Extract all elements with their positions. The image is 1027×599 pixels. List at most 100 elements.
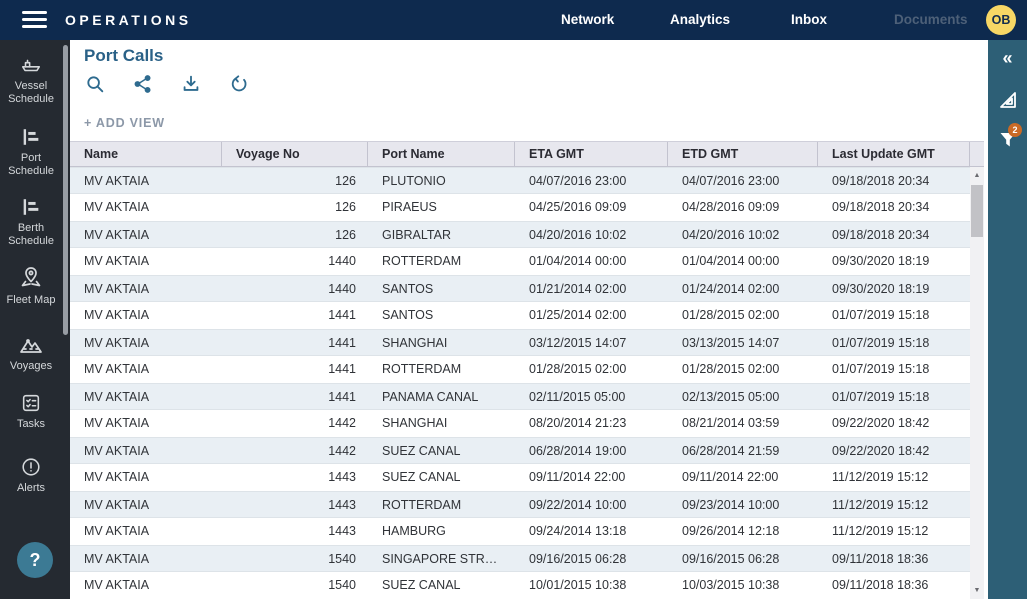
table-cell: 09/16/2015 06:28 [515, 546, 668, 571]
table-cell: MV AKTAIA [70, 168, 222, 193]
collapse-panel-icon[interactable]: « [988, 48, 1027, 69]
table-cell: 09/22/2020 18:42 [818, 438, 970, 463]
sidebar-item-label: Fleet Map [0, 294, 62, 307]
sidebar-item-label: Berth Schedule [0, 222, 62, 248]
design-mode-button[interactable] [996, 88, 1020, 112]
column-header-eta-gmt[interactable]: ETA GMT [515, 142, 668, 166]
table-cell: MV AKTAIA [70, 572, 222, 599]
nav-item-network[interactable]: Network [561, 12, 614, 27]
sidebar-item-alerts[interactable]: Alerts [0, 456, 62, 495]
hamburger-menu-icon[interactable] [22, 11, 48, 29]
table-cell: MV AKTAIA [70, 492, 222, 517]
sidebar-item-label: Vessel Schedule [0, 80, 62, 106]
sidebar-item-fleet-map[interactable]: Fleet Map [0, 264, 62, 307]
table-cell: 09/22/2020 18:42 [818, 410, 970, 437]
sidebar-item-voyages[interactable]: Voyages [0, 336, 62, 373]
share-button[interactable] [132, 74, 154, 98]
route-icon [0, 336, 62, 356]
table-cell: 04/07/2016 23:00 [668, 168, 818, 193]
page-title: Port Calls [84, 46, 163, 66]
table-row[interactable]: MV AKTAIA1441SHANGHAI03/12/2015 14:0703/… [70, 329, 970, 356]
sidebar-item-label: Voyages [0, 360, 62, 373]
table-row[interactable]: MV AKTAIA126GIBRALTAR04/20/2016 10:0204/… [70, 221, 970, 248]
table-cell: 11/12/2019 15:12 [818, 492, 970, 517]
table-row[interactable]: MV AKTAIA1443ROTTERDAM09/22/2014 10:0009… [70, 491, 970, 518]
set-square-icon [996, 99, 1020, 116]
sidebar-item-berth-schedule[interactable]: Berth Schedule [0, 196, 62, 248]
table-row[interactable]: MV AKTAIA1440SANTOS01/21/2014 02:0001/24… [70, 275, 970, 302]
table-cell: MV AKTAIA [70, 330, 222, 355]
column-header-port-name[interactable]: Port Name [368, 142, 515, 166]
table-cell: 09/18/2018 20:34 [818, 222, 970, 247]
table-cell: MV AKTAIA [70, 410, 222, 437]
download-button[interactable] [180, 74, 202, 98]
nav-item-documents[interactable]: Documents [894, 12, 968, 27]
sidebar-item-tasks[interactable]: Tasks [0, 392, 62, 431]
column-header-etd-gmt[interactable]: ETD GMT [668, 142, 818, 166]
table-row[interactable]: MV AKTAIA1441ROTTERDAM01/28/2015 02:0001… [70, 356, 970, 383]
main-content: Port Calls [70, 40, 988, 599]
table-cell: SANTOS [368, 276, 515, 301]
scroll-down-icon[interactable]: ▼ [970, 584, 984, 597]
toolbar [84, 74, 250, 100]
table-cell: MV AKTAIA [70, 546, 222, 571]
table-cell: 04/07/2016 23:00 [515, 168, 668, 193]
search-icon [84, 73, 106, 100]
table-cell: 01/07/2019 15:18 [818, 356, 970, 383]
add-view-button[interactable]: + ADD VIEW [84, 116, 165, 130]
sidebar-scrollbar[interactable] [63, 45, 68, 335]
nav-item-inbox[interactable]: Inbox [791, 12, 827, 27]
table-cell: PIRAEUS [368, 194, 515, 221]
table-row[interactable]: MV AKTAIA1442SHANGHAI08/20/2014 21:2308/… [70, 410, 970, 437]
sidebar-item-vessel-schedule[interactable]: Vessel Schedule [0, 54, 62, 106]
left-sidebar: Vessel Schedule Port Schedule Berth Sche… [0, 40, 70, 599]
share-icon [132, 73, 154, 100]
table-cell: 04/28/2016 09:09 [668, 194, 818, 221]
table-cell: 09/11/2018 18:36 [818, 546, 970, 571]
avatar[interactable]: OB [986, 5, 1016, 35]
reset-button[interactable] [228, 74, 250, 98]
table-row[interactable]: MV AKTAIA1443SUEZ CANAL09/11/2014 22:000… [70, 464, 970, 491]
table-row[interactable]: MV AKTAIA1540SINGAPORE STR…09/16/2015 06… [70, 545, 970, 572]
table-cell: GIBRALTAR [368, 222, 515, 247]
table-cell: 1540 [222, 572, 368, 599]
gantt-icon [0, 196, 62, 218]
table-row[interactable]: MV AKTAIA126PIRAEUS04/25/2016 09:0904/28… [70, 194, 970, 221]
table-cell: 01/07/2019 15:18 [818, 330, 970, 355]
nav-item-analytics[interactable]: Analytics [670, 12, 730, 27]
scroll-up-icon[interactable]: ▲ [970, 169, 984, 182]
table-cell: 01/28/2015 02:00 [515, 356, 668, 383]
table-cell: 01/21/2014 02:00 [515, 276, 668, 301]
table-cell: 09/24/2014 13:18 [515, 518, 668, 545]
table-cell: 09/23/2014 10:00 [668, 492, 818, 517]
table-cell: SUEZ CANAL [368, 438, 515, 463]
help-button[interactable]: ? [17, 542, 53, 578]
table-cell: 01/28/2015 02:00 [668, 356, 818, 383]
filter-badge[interactable]: 2 [1008, 123, 1022, 137]
table-cell: ROTTERDAM [368, 356, 515, 383]
column-header-name[interactable]: Name [70, 142, 222, 166]
table-cell: HAMBURG [368, 518, 515, 545]
scrollbar-thumb[interactable] [971, 185, 983, 237]
column-header-voyage-no[interactable]: Voyage No [222, 142, 368, 166]
table-cell: SUEZ CANAL [368, 572, 515, 599]
column-header-last-update-gmt[interactable]: Last Update GMT [818, 142, 970, 166]
table-cell: 126 [222, 222, 368, 247]
table-cell: 1440 [222, 248, 368, 275]
header-filler [970, 142, 984, 166]
table-row[interactable]: MV AKTAIA1443HAMBURG09/24/2014 13:1809/2… [70, 518, 970, 545]
table-row[interactable]: MV AKTAIA1540SUEZ CANAL10/01/2015 10:381… [70, 572, 970, 599]
table-cell: 09/16/2015 06:28 [668, 546, 818, 571]
table-scrollbar[interactable]: ▲ ▼ [970, 167, 984, 599]
table-cell: MV AKTAIA [70, 276, 222, 301]
table-cell: 1443 [222, 464, 368, 491]
table-cell: 11/12/2019 15:12 [818, 518, 970, 545]
table-row[interactable]: MV AKTAIA126PLUTONIO04/07/2016 23:0004/0… [70, 167, 970, 194]
search-button[interactable] [84, 74, 106, 98]
table-row[interactable]: MV AKTAIA1441SANTOS01/25/2014 02:0001/28… [70, 302, 970, 329]
table-row[interactable]: MV AKTAIA1441PANAMA CANAL02/11/2015 05:0… [70, 383, 970, 410]
table-row[interactable]: MV AKTAIA1442SUEZ CANAL06/28/2014 19:000… [70, 437, 970, 464]
sidebar-item-label: Alerts [0, 482, 62, 495]
sidebar-item-port-schedule[interactable]: Port Schedule [0, 126, 62, 178]
table-row[interactable]: MV AKTAIA1440ROTTERDAM01/04/2014 00:0001… [70, 248, 970, 275]
